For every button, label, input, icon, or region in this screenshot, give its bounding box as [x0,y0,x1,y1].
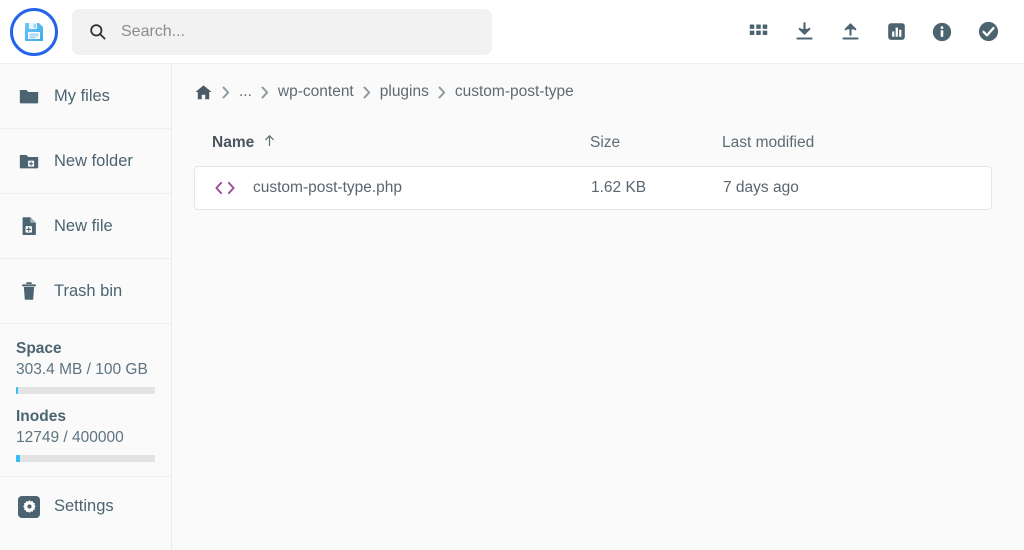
folder-icon [18,85,40,107]
column-header-name-label: Name [212,134,254,152]
inodes-usage: Inodes 12749 / 400000 [16,408,155,462]
app-body: My files New folder [0,64,1024,550]
check-circle-icon[interactable] [976,20,1000,44]
inodes-progress-fill [16,455,20,462]
sidebar-item-new-folder[interactable]: New folder [0,129,171,194]
sidebar-item-label: Trash bin [54,282,122,301]
info-icon[interactable] [930,20,954,44]
file-name-label: custom-post-type.php [253,179,402,197]
trash-icon [18,280,40,302]
download-icon[interactable] [792,20,816,44]
file-modified-cell: 7 days ago [723,179,973,197]
toolbar-icons [746,20,1008,44]
sidebar-item-label: My files [54,87,110,106]
sidebar-item-settings[interactable]: Settings [0,477,171,537]
column-header-last-modified[interactable]: Last modified [722,134,990,152]
breadcrumb: ... wp-content plugins custom-post-type [194,64,1008,120]
table-row[interactable]: custom-post-type.php 1.62 KB 7 days ago [194,166,992,210]
file-name-cell: custom-post-type.php [213,178,591,198]
main-content: ... wp-content plugins custom-post-type … [172,64,1024,550]
usage-section: Space 303.4 MB / 100 GB Inodes 12749 / 4… [0,324,171,477]
sidebar-item-label: New folder [54,152,133,171]
gear-icon [18,496,40,518]
app-logo-button[interactable] [10,8,58,56]
search-input[interactable] [121,23,476,41]
file-table-header: Name Size Last modified [194,120,1008,166]
breadcrumb-separator [222,86,230,99]
space-title: Space [16,340,155,358]
column-header-size[interactable]: Size [590,134,722,152]
sort-ascending-icon [262,133,277,153]
upload-icon[interactable] [838,20,862,44]
sidebar: My files New folder [0,64,172,550]
space-value: 303.4 MB / 100 GB [16,360,155,381]
apps-grid-icon[interactable] [746,20,770,44]
floppy-disk-save-icon [22,20,46,44]
space-progress-fill [16,387,18,394]
breadcrumb-home-icon[interactable] [194,83,213,102]
folder-plus-icon [18,150,40,172]
breadcrumb-item-plugins[interactable]: plugins [380,83,429,101]
space-usage: Space 303.4 MB / 100 GB [16,340,155,394]
breadcrumb-separator [438,86,446,99]
breadcrumb-item-custom-post-type[interactable]: custom-post-type [455,83,574,101]
sidebar-item-label: New file [54,217,113,236]
file-plus-icon [18,215,40,237]
inodes-progress-bar [16,455,155,462]
settings-label: Settings [54,497,114,516]
code-file-icon [213,178,237,198]
file-size-cell: 1.62 KB [591,179,723,197]
sidebar-item-new-file[interactable]: New file [0,194,171,259]
search-icon [88,22,107,41]
chart-icon[interactable] [884,20,908,44]
space-progress-bar [16,387,155,394]
breadcrumb-separator [261,86,269,99]
file-manager-app: My files New folder [0,0,1024,550]
sidebar-item-trash-bin[interactable]: Trash bin [0,259,171,324]
breadcrumb-item-ellipsis[interactable]: ... [239,83,252,101]
top-bar [0,0,1024,64]
column-header-name[interactable]: Name [212,133,590,153]
inodes-value: 12749 / 400000 [16,428,155,449]
inodes-title: Inodes [16,408,155,426]
breadcrumb-separator [363,86,371,99]
search-bar[interactable] [72,9,492,55]
breadcrumb-item-wp-content[interactable]: wp-content [278,83,354,101]
sidebar-item-my-files[interactable]: My files [0,64,171,129]
